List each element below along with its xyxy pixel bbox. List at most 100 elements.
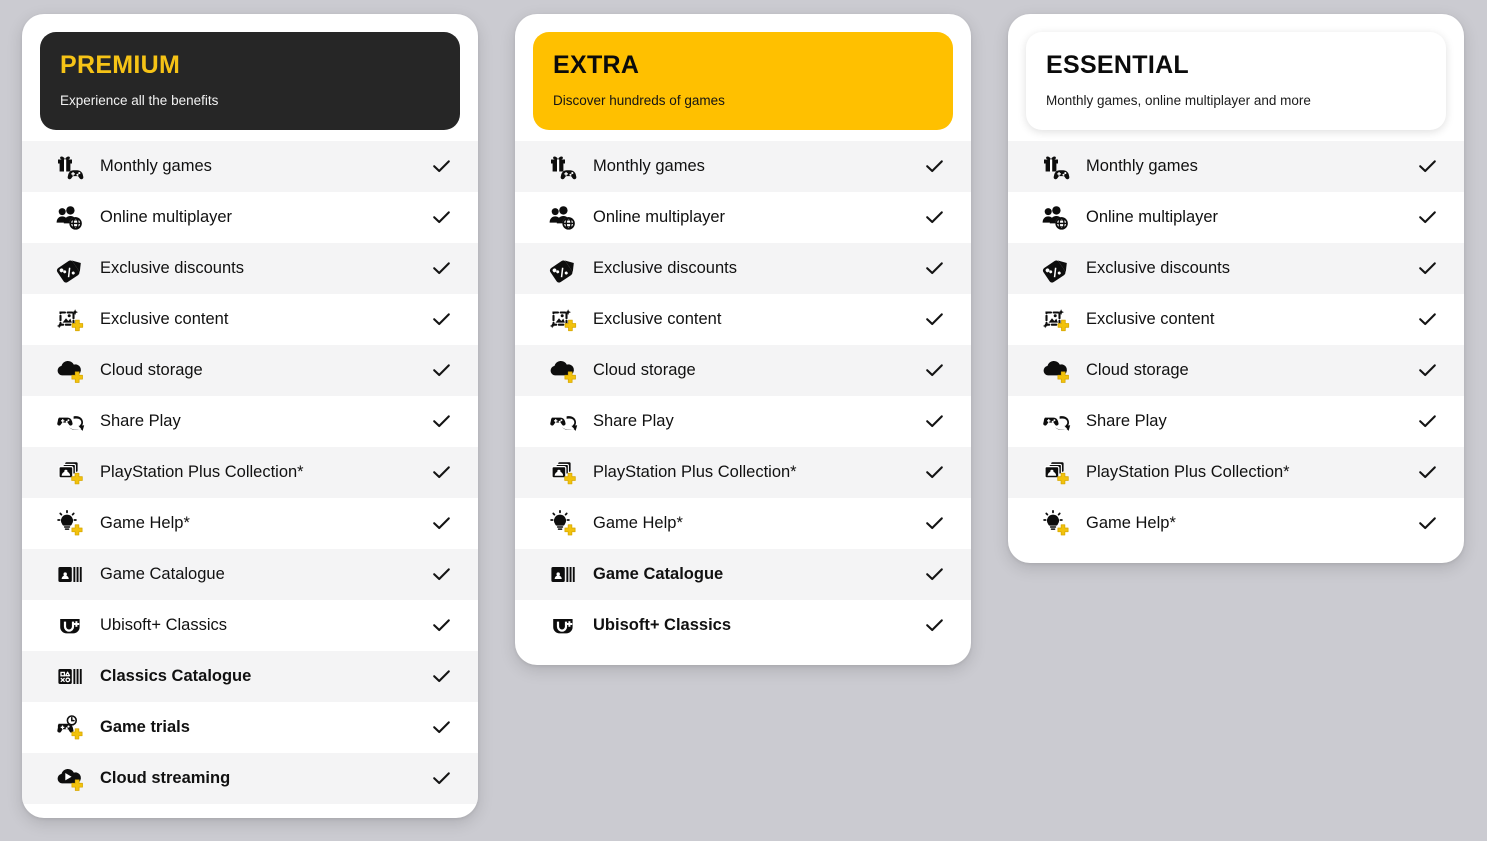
cloud-storage-icon (54, 356, 88, 386)
feature-label: Game Catalogue (593, 565, 724, 584)
feature-row: PlayStation Plus Collection* (22, 447, 478, 499)
feature-label: Game trials (100, 718, 190, 737)
check-icon (1414, 258, 1440, 279)
feature-list: Monthly games Online multiplayer Exclusi… (515, 141, 971, 651)
online-multiplayer-icon (54, 203, 88, 233)
online-multiplayer-icon (1040, 203, 1074, 233)
plan-header-essential: ESSENTIAL Monthly games, online multiplay… (1026, 32, 1446, 131)
check-icon (428, 513, 454, 534)
feature-list: Monthly games Online multiplayer Exclusi… (1008, 141, 1464, 549)
monthly-games-icon (547, 152, 581, 182)
plan-card-essential: ESSENTIAL Monthly games, online multiplay… (1008, 14, 1464, 564)
feature-label: Exclusive content (100, 310, 229, 329)
feature-row: Game Help* (1008, 498, 1464, 549)
exclusive-content-icon (547, 305, 581, 335)
feature-label: Cloud storage (1086, 361, 1189, 380)
feature-label: PlayStation Plus Collection* (593, 463, 797, 482)
feature-label: PlayStation Plus Collection* (100, 463, 304, 482)
game-trials-icon (54, 713, 88, 743)
plan-card-extra: EXTRA Discover hundreds of games Monthly … (515, 14, 971, 666)
check-icon (921, 513, 947, 534)
feature-row: Game Catalogue (22, 549, 478, 601)
feature-label: Online multiplayer (593, 208, 726, 227)
feature-label: Online multiplayer (1086, 208, 1219, 227)
feature-row: Share Play (1008, 396, 1464, 447)
game-help-icon (1040, 509, 1074, 539)
feature-row: Online multiplayer (22, 192, 478, 243)
feature-row: Game trials (22, 702, 478, 753)
exclusive-discounts-icon (547, 254, 581, 284)
exclusive-content-icon (54, 305, 88, 335)
feature-label: Share Play (100, 412, 181, 431)
feature-label: Exclusive content (593, 310, 722, 329)
check-icon (1414, 207, 1440, 228)
feature-label: Classics Catalogue (100, 667, 252, 686)
feature-label: Game Help* (593, 514, 683, 533)
feature-label: Ubisoft+ Classics (100, 616, 227, 635)
game-help-icon (54, 509, 88, 539)
game-catalogue-icon (547, 560, 581, 590)
feature-row: Monthly games (1008, 141, 1464, 193)
check-icon (921, 411, 947, 432)
feature-label: Monthly games (1086, 157, 1198, 176)
feature-row: Online multiplayer (515, 192, 971, 243)
online-multiplayer-icon (547, 203, 581, 233)
check-icon (428, 666, 454, 687)
cloud-storage-icon (547, 356, 581, 386)
feature-label: Game Catalogue (100, 565, 225, 584)
feature-label: Share Play (593, 412, 674, 431)
feature-label: Exclusive discounts (593, 259, 737, 278)
plan-comparison-board: PREMIUM Experience all the benefits Month… (0, 0, 1487, 841)
check-icon (1414, 309, 1440, 330)
check-icon (921, 462, 947, 483)
check-icon (428, 207, 454, 228)
feature-row: Exclusive discounts (515, 243, 971, 295)
monthly-games-icon (54, 152, 88, 182)
check-icon (921, 564, 947, 585)
exclusive-content-icon (1040, 305, 1074, 335)
feature-row: Cloud streaming (22, 753, 478, 805)
check-icon (1414, 156, 1440, 177)
check-icon (1414, 360, 1440, 381)
check-icon (428, 258, 454, 279)
feature-row: Game Help* (22, 498, 478, 549)
feature-row: Ubisoft+ Classics (515, 600, 971, 651)
feature-row: Online multiplayer (1008, 192, 1464, 243)
share-play-icon (54, 407, 88, 437)
plan-header-premium: PREMIUM Experience all the benefits (40, 32, 460, 131)
check-icon (428, 564, 454, 585)
feature-row: Cloud storage (1008, 345, 1464, 397)
share-play-icon (1040, 407, 1074, 437)
feature-row: Exclusive content (515, 294, 971, 345)
feature-row: Classics Catalogue (22, 651, 478, 703)
plan-title: EXTRA (553, 51, 640, 79)
feature-row: Share Play (22, 396, 478, 447)
monthly-games-icon (1040, 152, 1074, 182)
feature-label: Exclusive content (1086, 310, 1215, 329)
feature-label: Ubisoft+ Classics (593, 616, 732, 635)
feature-label: Exclusive discounts (1086, 259, 1230, 278)
feature-row: PlayStation Plus Collection* (1008, 447, 1464, 499)
feature-label: Monthly games (100, 157, 212, 176)
check-icon (428, 768, 454, 789)
share-play-icon (547, 407, 581, 437)
check-icon (428, 360, 454, 381)
check-icon (428, 411, 454, 432)
feature-row: Game Catalogue (515, 549, 971, 601)
check-icon (921, 360, 947, 381)
exclusive-discounts-icon (1040, 254, 1074, 284)
feature-row: Exclusive discounts (1008, 243, 1464, 295)
feature-row: Exclusive content (1008, 294, 1464, 345)
feature-label: Game Help* (100, 514, 190, 533)
feature-list: Monthly games Online multiplayer Exclusi… (22, 141, 478, 805)
check-icon (921, 258, 947, 279)
feature-label: PlayStation Plus Collection* (1086, 463, 1290, 482)
check-icon (428, 156, 454, 177)
feature-row: Monthly games (515, 141, 971, 193)
cloud-storage-icon (1040, 356, 1074, 386)
feature-label: Game Help* (1086, 514, 1176, 533)
feature-label: Cloud storage (593, 361, 696, 380)
feature-row: Monthly games (22, 141, 478, 193)
cloud-streaming-icon (54, 764, 88, 794)
feature-row: Exclusive content (22, 294, 478, 345)
